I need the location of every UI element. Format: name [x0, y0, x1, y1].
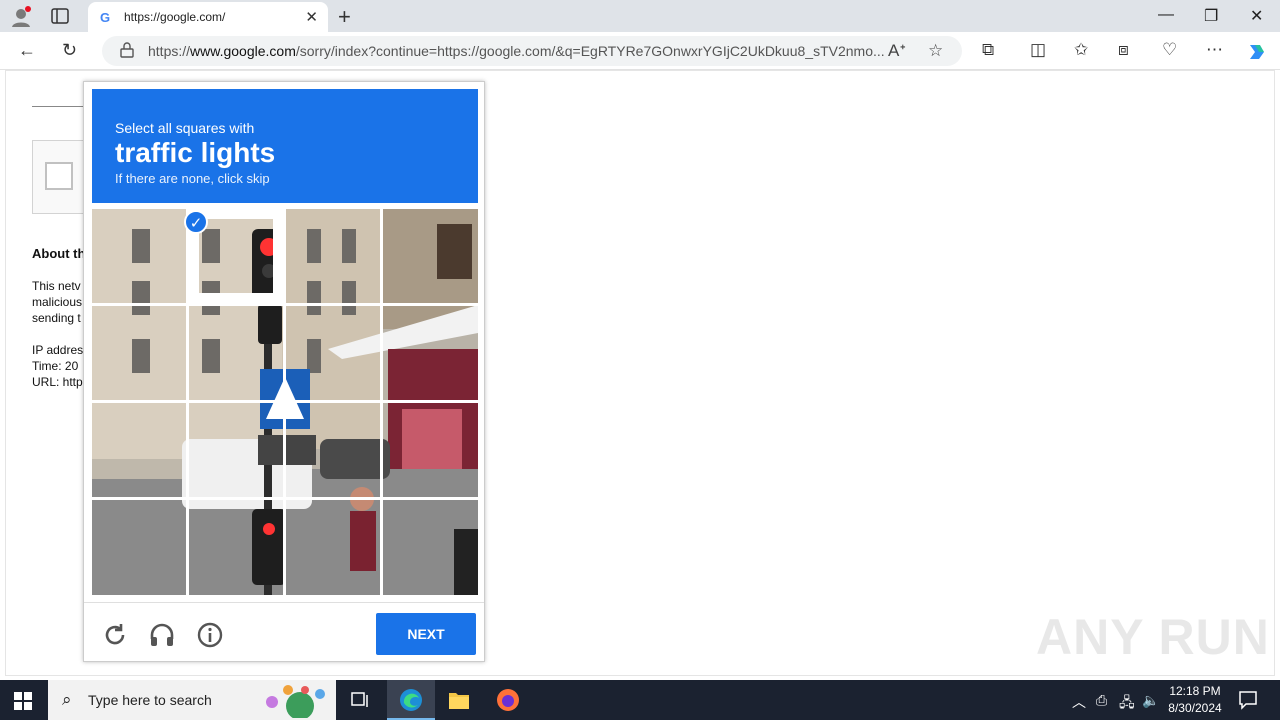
grid-tile[interactable]: [189, 403, 283, 497]
recaptcha-checkbox[interactable]: [45, 162, 73, 190]
url-line: URL: http: [32, 375, 83, 389]
copilot-icon[interactable]: [1246, 41, 1268, 63]
settings-menu-icon[interactable]: ⋯: [1206, 40, 1223, 60]
url-text: https://www.google.com/sorry/index?conti…: [148, 43, 885, 59]
clock-time: 12:18 PM: [1169, 684, 1221, 698]
grid-tile[interactable]: [189, 306, 283, 400]
instruction-hint: If there are none, click skip: [115, 171, 270, 186]
split-screen-icon[interactable]: ◫: [1030, 40, 1046, 60]
body-line-2: malicious: [32, 295, 83, 309]
file-explorer-icon[interactable]: [435, 680, 483, 720]
search-placeholder: Type here to search: [88, 692, 212, 708]
reload-icon[interactable]: [101, 621, 129, 649]
browser-essentials-icon[interactable]: ♡: [1162, 40, 1177, 60]
next-button[interactable]: NEXT: [376, 613, 476, 655]
network-icon[interactable]: 🖧: [1119, 692, 1135, 716]
favorites-icon[interactable]: ✩: [1074, 40, 1088, 60]
grid-tile[interactable]: [92, 306, 186, 400]
restore-icon[interactable]: ❐: [1204, 6, 1218, 26]
grid-tile[interactable]: [286, 403, 380, 497]
browser-toolbar: ← ↻ https://www.google.com/sorry/index?c…: [0, 32, 1280, 70]
browser-tab-strip: G https://google.com/ ✕ + — ❐ ✕: [0, 0, 1280, 32]
grid-tile[interactable]: [383, 403, 477, 497]
close-window-icon[interactable]: ✕: [1250, 6, 1263, 26]
grid-tile[interactable]: [286, 209, 380, 303]
grid-tile[interactable]: [92, 209, 186, 303]
collections-icon[interactable]: ⧈: [1118, 40, 1129, 60]
search-highlight-icon: [266, 685, 325, 718]
close-tab-icon[interactable]: ✕: [305, 8, 318, 26]
captcha-footer: NEXT: [84, 602, 484, 662]
extensions-icon[interactable]: ⧉: [982, 40, 994, 60]
read-aloud-icon[interactable]: Aᐩ: [888, 41, 906, 61]
minimize-icon[interactable]: —: [1158, 6, 1174, 24]
body-line-3: sending t: [32, 311, 81, 325]
ip-line: IP addres: [32, 343, 84, 357]
taskbar-clock[interactable]: 12:18 PM 8/30/2024: [1160, 683, 1230, 717]
info-icon[interactable]: [196, 621, 224, 649]
profile-avatar-icon[interactable]: [10, 6, 32, 28]
clock-date: 8/30/2024: [1168, 701, 1222, 715]
address-bar[interactable]: https://www.google.com/sorry/index?conti…: [102, 36, 962, 66]
search-icon: ⌕: [62, 690, 72, 709]
show-hidden-icons-icon[interactable]: ︿: [1072, 692, 1086, 712]
new-tab-icon[interactable]: +: [338, 4, 351, 30]
windows-taskbar: ⌕ Type here to search ︿ ⎙ 🖧 🔈 12:18 PM 8…: [0, 680, 1280, 720]
back-icon[interactable]: ←: [18, 40, 36, 61]
meet-now-icon[interactable]: ⎙: [1096, 692, 1107, 709]
windows-start-icon[interactable]: [14, 692, 32, 710]
grid-tile[interactable]: [92, 403, 186, 497]
tab-title: https://google.com/: [124, 10, 226, 24]
grid-tile[interactable]: [286, 500, 380, 594]
time-line: Time: 20: [32, 359, 79, 373]
notifications-icon[interactable]: [1238, 690, 1258, 710]
about-heading: About th: [32, 246, 86, 261]
grid-tile[interactable]: [189, 500, 283, 594]
grid-tile[interactable]: [286, 306, 380, 400]
edge-taskbar-icon[interactable]: [387, 680, 435, 720]
captcha-instructions: Select all squares with traffic lights I…: [92, 89, 478, 203]
grid-tile[interactable]: [383, 209, 477, 303]
lock-icon: [120, 42, 134, 58]
taskbar-search-box[interactable]: ⌕ Type here to search: [48, 680, 336, 720]
body-line-1: This netv: [32, 279, 81, 293]
captcha-image-grid: [92, 209, 478, 595]
instruction-line: Select all squares with: [115, 120, 255, 136]
audio-challenge-icon[interactable]: [148, 621, 176, 649]
tab-actions-icon[interactable]: [50, 8, 70, 24]
task-view-icon[interactable]: [336, 680, 384, 720]
firefox-icon[interactable]: [484, 680, 532, 720]
volume-icon[interactable]: 🔈: [1142, 692, 1159, 709]
active-tab[interactable]: G https://google.com/ ✕: [88, 2, 328, 32]
grid-tile[interactable]: [383, 306, 477, 400]
grid-tile[interactable]: [383, 500, 477, 594]
refresh-icon[interactable]: ↻: [62, 40, 77, 61]
captcha-challenge: Select all squares with traffic lights I…: [83, 81, 485, 662]
favorite-star-icon[interactable]: ☆: [928, 41, 943, 61]
anyrun-watermark: ANY RUN: [1036, 609, 1270, 665]
selected-checkmark-icon: ✓: [184, 210, 208, 234]
google-favicon-icon: G: [100, 10, 111, 25]
instruction-target: traffic lights: [115, 137, 276, 168]
grid-tile[interactable]: [92, 500, 186, 594]
